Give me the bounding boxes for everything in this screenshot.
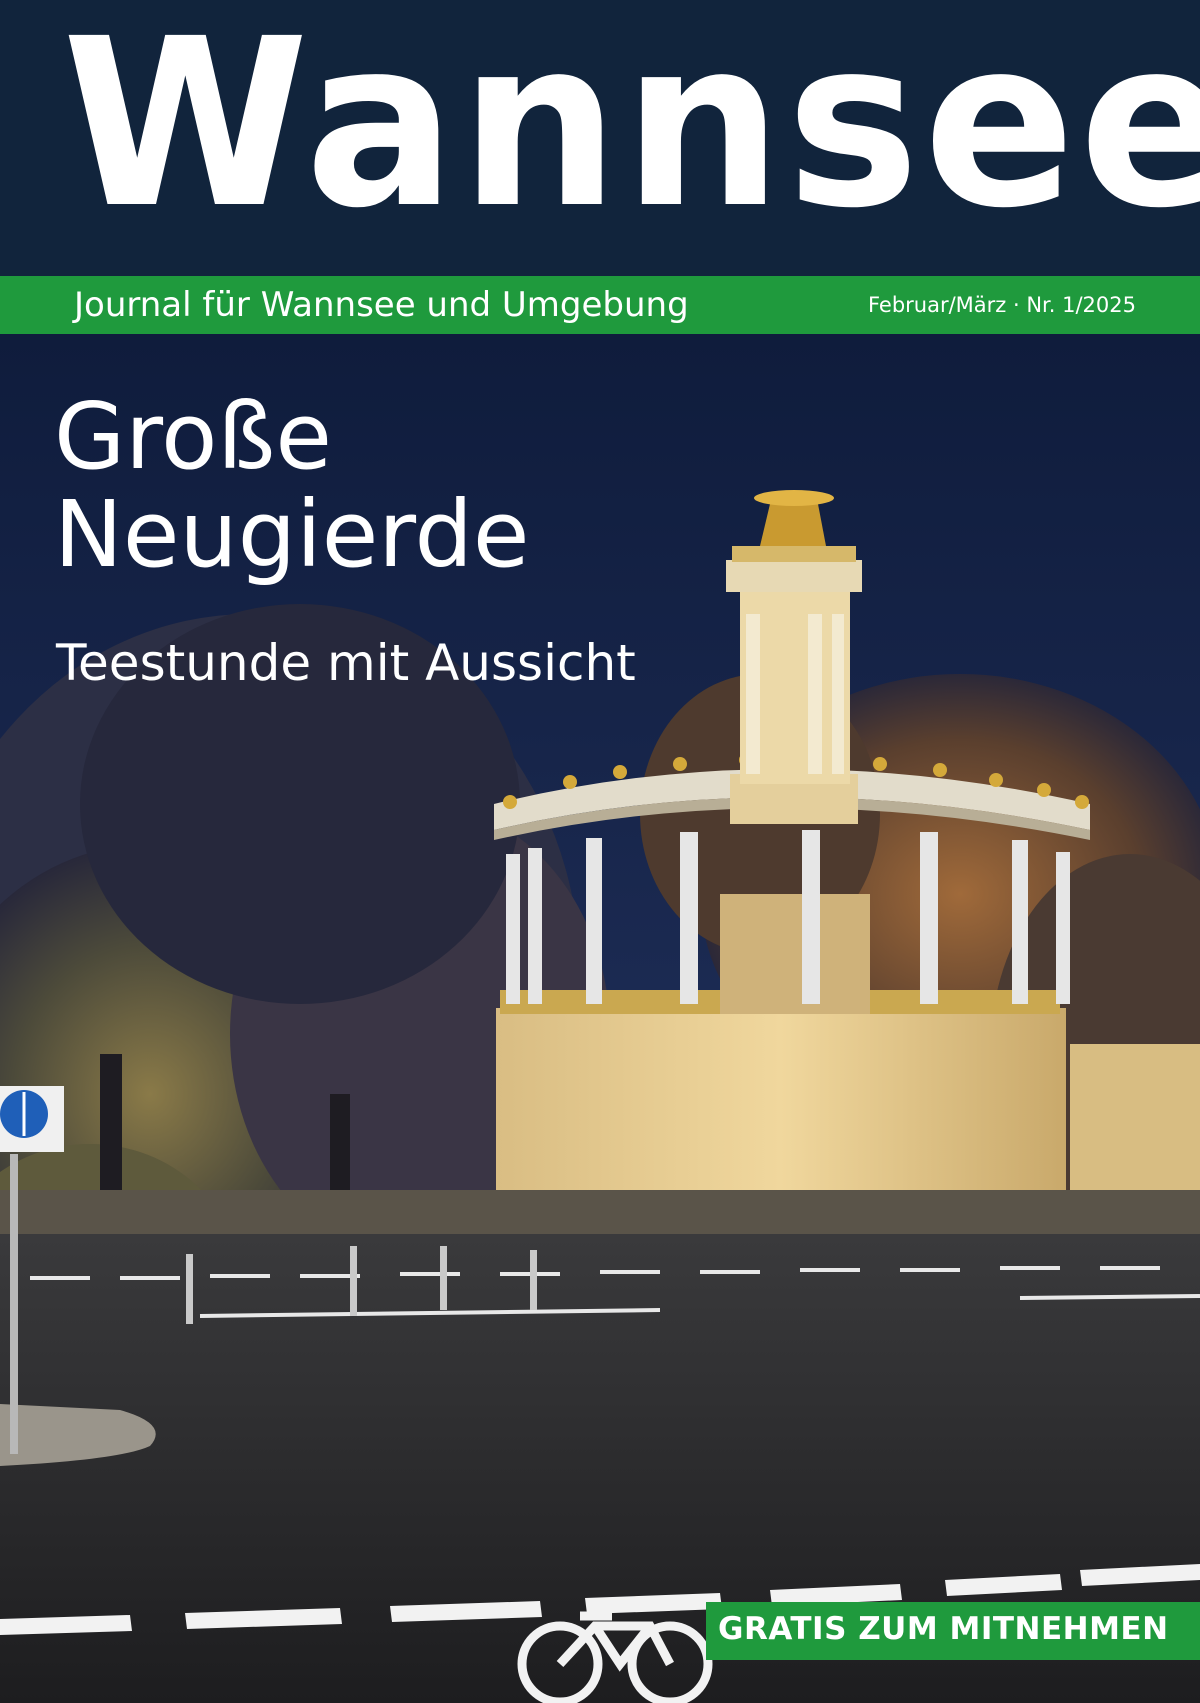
tagline: Journal für Wannsee und Umgebung <box>74 285 689 325</box>
magazine-cover: Wannsee Journal für Wannsee und Umgebung… <box>0 0 1200 1703</box>
masthead: Wannsee <box>0 0 1200 276</box>
free-copy-label: GRATIS ZUM MITNEHMEN <box>718 1611 1169 1647</box>
issue-info: Februar/März · Nr. 1/2025 <box>867 293 1136 317</box>
headline-line-1: Große <box>54 383 332 490</box>
cover-headline: Große Neugierde <box>54 388 530 584</box>
free-copy-badge: GRATIS ZUM MITNEHMEN <box>706 1602 1200 1660</box>
headline-line-2: Neugierde <box>54 481 530 588</box>
magazine-title: Wannsee <box>62 0 1200 259</box>
bike-pedestrian-sign-icon <box>0 1090 48 1138</box>
cover-subheadline: Teestunde mit Aussicht <box>56 634 636 692</box>
tagline-bar: Journal für Wannsee und Umgebung Februar… <box>0 276 1200 334</box>
